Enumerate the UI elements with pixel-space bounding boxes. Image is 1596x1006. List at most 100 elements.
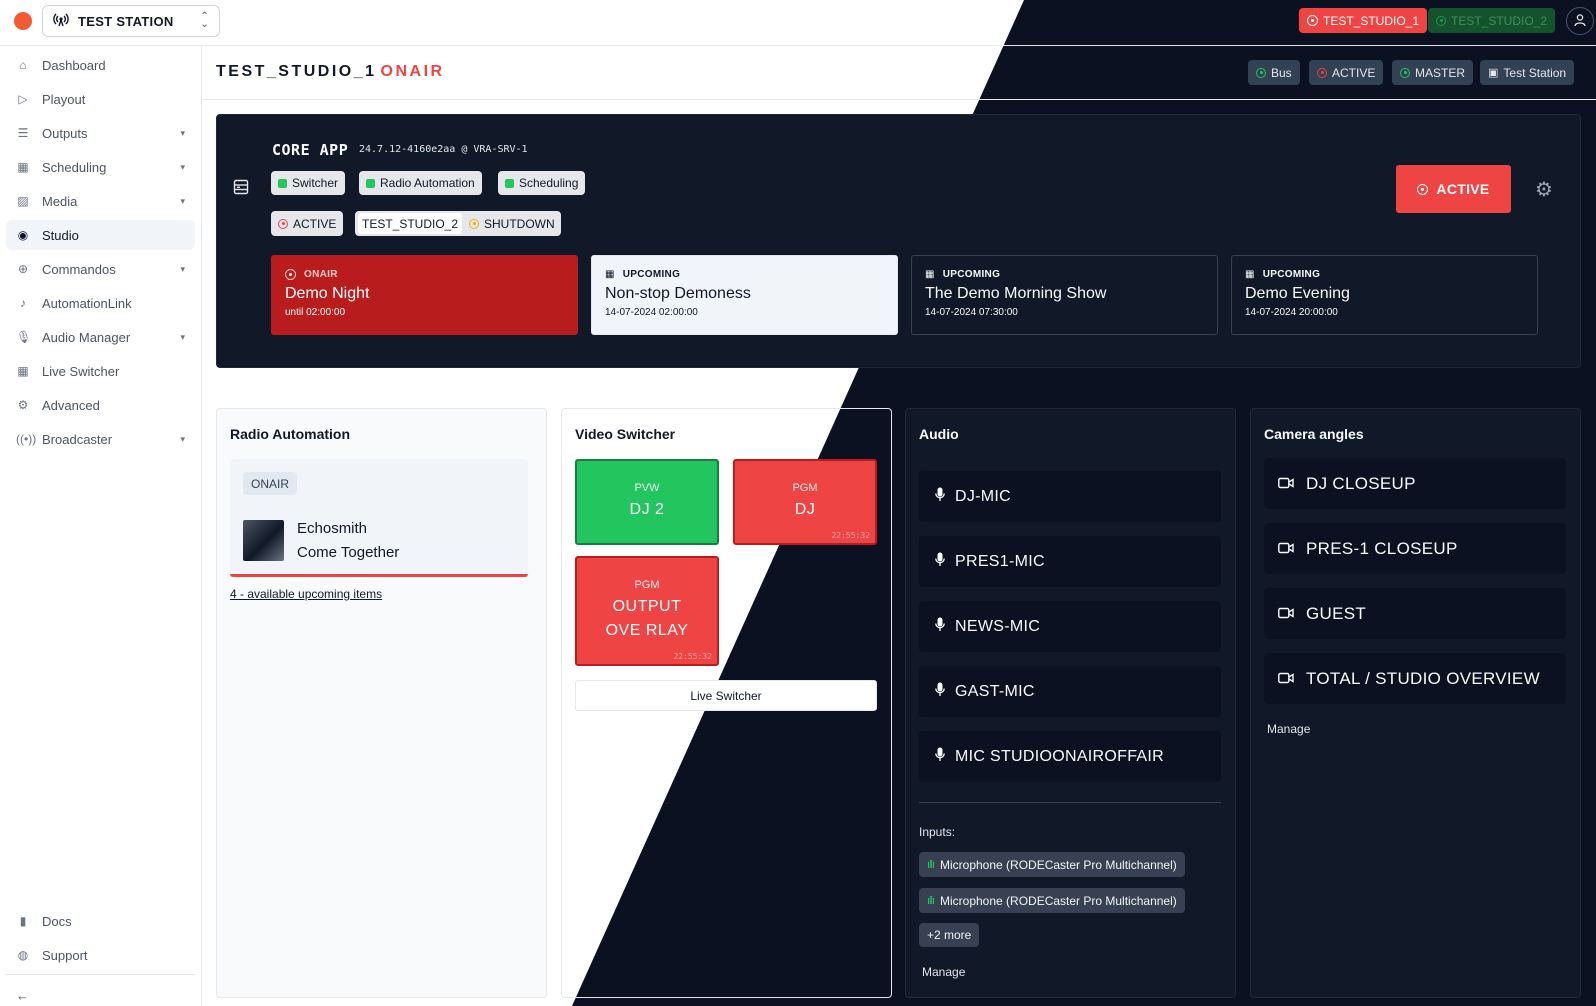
audio-input-chip[interactable]: ıllı Microphone (RODECaster Pro Multicha… [919,852,1185,877]
sidebar-item-media[interactable]: ▨ Media ▾ [6,186,195,216]
camera-angle[interactable]: GUEST [1264,588,1566,639]
mic-channel[interactable]: PRES1-MIC [919,536,1221,587]
studio-switch-label: TEST_STUDIO_2 [1451,13,1548,28]
camera-angle[interactable]: DJ CLOSEUP [1264,458,1566,509]
waveform-icon: ıllı [927,858,935,871]
sidebar-item-label: Dashboard [42,57,106,73]
studio-switch-1[interactable]: TEST_STUDIO_1 [1299,8,1428,33]
camera-label: GUEST [1306,603,1367,623]
schedule-card-upcoming[interactable]: ▦ UPCOMING Non-stop Demoness 14-07-2024 0… [591,255,898,335]
track-title: Come Together [297,544,400,561]
record-icon [1436,15,1446,26]
sidebar-item-scheduling[interactable]: ▦ Scheduling ▾ [6,152,195,182]
badge-label: ACTIVE [1332,65,1376,80]
sidebar-item-label: Support [42,947,88,963]
camera-angle[interactable]: PRES-1 CLOSEUP [1264,523,1566,574]
home-icon: ⌂ [19,58,27,72]
sidebar-item-studio[interactable]: ◉ Studio [6,220,195,250]
sidebar-item-advanced[interactable]: ⚙ Advanced [6,390,195,420]
badge-label: Test Station [1503,65,1567,80]
live-switcher-button[interactable]: Live Switcher [575,680,877,711]
mic-label: GAST-MIC [955,682,1035,700]
tile-source: DJ 2 [629,501,665,518]
core-app-panel: CORE APP 24.7.12-4160e2aa @ VRA-SRV-1 Sw… [216,114,1581,368]
program-tile[interactable]: PGM DJ 22:55:32 [733,459,877,545]
peer-studio-name: TEST_STUDIO_2 [358,213,462,234]
schedule-card-onair[interactable]: ONAIR Demo Night until 02:00:00 [271,255,578,335]
schedule-card-upcoming[interactable]: ▦ UPCOMING Demo Evening 14-07-2024 20:00:… [1231,255,1538,335]
collapse-sidebar-icon[interactable]: ← [16,988,29,1003]
sidebar-item-commandos[interactable]: ⊕ Commandos ▾ [6,254,195,284]
more-inputs-chip[interactable]: +2 more [919,923,980,947]
camera-label: DJ CLOSEUP [1306,473,1416,493]
sidebar-item-support[interactable]: ◍ Support [6,940,195,970]
onair-chip: ONAIR [243,472,298,495]
studio-switch-2[interactable]: TEST_STUDIO_2 [1428,8,1556,33]
status-dot-icon [1256,67,1266,78]
calendar-icon: ▦ [605,269,615,280]
divider [919,802,1221,803]
sidebar-item-broadcaster[interactable]: ((•)) Broadcaster ▾ [6,424,195,454]
audio-panel: Audio DJ-MIC PRES1-MIC NEWS-MIC GAST-MIC… [905,408,1236,998]
manage-cameras-link[interactable]: Manage [1267,722,1310,736]
gear-icon[interactable]: ⚙ [1535,177,1553,202]
mic-label: NEWS-MIC [955,617,1041,635]
panel-title: Video Switcher [575,426,676,442]
schedule-card-upcoming[interactable]: ▦ UPCOMING The Demo Morning Show 14-07-20… [911,255,1218,335]
sidebar-item-playout[interactable]: ▷ Playout [6,84,195,114]
mic-channel[interactable]: NEWS-MIC [919,601,1221,652]
schedule-time: 14-07-2024 02:00:00 [605,307,698,318]
mic-icon [935,747,945,767]
sidebar-item-label: Advanced [42,397,100,413]
record-icon: ◉ [17,228,29,242]
state-label: ACTIVE [293,216,337,231]
chevron-down-icon: ▾ [180,127,185,138]
tile-source: DJ [794,501,816,518]
sidebar-item-automationlink[interactable]: ♪ AutomationLink [6,288,195,318]
sidebar-item-audio-manager[interactable]: 🎙︎ Audio Manager ▾ [6,322,195,352]
sidebar-item-docs[interactable]: ▮ Docs [6,906,195,936]
mic-label: MIC STUDIOONAIROFFAIR [955,747,1164,765]
app-logo[interactable] [14,12,32,30]
active-badge: ACTIVE [1309,60,1384,85]
now-playing-item[interactable]: ONAIR Echosmith Come Together [230,459,528,577]
station-select[interactable]: TEST STATION ⌃ ⌄ [42,5,220,37]
mic-channel[interactable]: GAST-MIC [919,666,1221,717]
record-icon [1417,183,1429,195]
audio-input-chip[interactable]: ıllı Microphone (RODECaster Pro Multicha… [919,888,1185,913]
mic-channel[interactable]: DJ-MIC [919,471,1221,522]
sidebar-item-dashboard[interactable]: ⌂ Dashboard [6,50,195,80]
badge-label: MASTER [1415,65,1466,80]
chevron-down-icon: ▾ [180,433,185,444]
sidebar-item-live-switcher[interactable]: ▦ Live Switcher [6,356,195,386]
preview-tile[interactable]: PVW DJ 2 [575,459,719,545]
image-icon: ▨ [17,194,29,208]
active-toggle-button[interactable]: ACTIVE [1396,165,1511,213]
user-menu-button[interactable] [1566,7,1594,35]
sidebar-item-outputs[interactable]: ☰ Outputs ▾ [6,118,195,148]
command-icon: ⊕ [17,262,29,276]
antenna-icon [53,13,69,30]
badge-label: Bus [1271,65,1292,80]
shutdown-icon [469,218,479,229]
tile-kind: PGM [634,579,660,591]
mic-channel[interactable]: MIC STUDIOONAIROFFAIR [919,731,1221,782]
studio-switch-label: TEST_STUDIO_1 [1323,13,1420,28]
input-label: Microphone (RODECaster Pro Multichannel) [940,857,1177,872]
mic-icon [935,682,945,702]
mic-icon [935,487,945,507]
upcoming-items-link[interactable]: 4 - available upcoming items [230,587,382,601]
bus-badge: Bus [1248,60,1300,85]
status-dot-icon [1400,67,1410,78]
schedule-title: Demo Night [285,285,370,302]
video-camera-icon [1278,539,1294,559]
camera-angle[interactable]: TOTAL / STUDIO OVERVIEW [1264,653,1566,704]
panel-title: Camera angles [1264,426,1364,442]
program-overlay-tile[interactable]: PGM OUTPUT OVE RLAY 22:55:32 [575,556,719,666]
status-dot-icon [1317,67,1327,78]
core-state-badge: ACTIVE [271,211,344,236]
core-app-version: 24.7.12-4160e2aa @ VRA-SRV-1 [359,144,528,155]
calendar-icon: ▦ [925,269,935,280]
schedule-label: UPCOMING [1262,269,1321,280]
manage-audio-link[interactable]: Manage [922,965,965,979]
